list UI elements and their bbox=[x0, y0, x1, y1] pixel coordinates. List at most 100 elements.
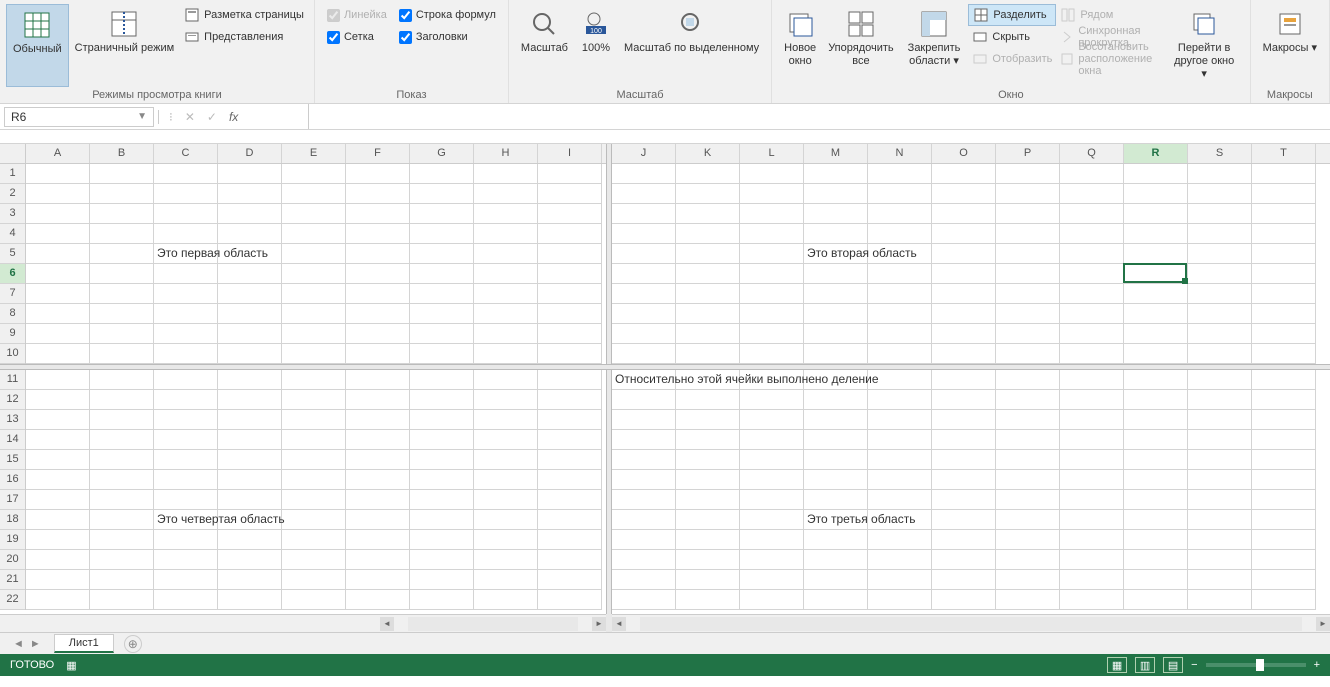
cell-Q21[interactable] bbox=[1060, 570, 1124, 590]
view-pagebreak-button[interactable]: Страничный режим bbox=[69, 4, 181, 87]
cell-C5[interactable]: Это первая область bbox=[154, 244, 218, 264]
cell-G14[interactable] bbox=[410, 430, 474, 450]
cell-B19[interactable] bbox=[90, 530, 154, 550]
cell-E2[interactable] bbox=[282, 184, 346, 204]
row-header-16[interactable]: 16 bbox=[0, 470, 25, 490]
cell-M13[interactable] bbox=[804, 410, 868, 430]
row-header-7[interactable]: 7 bbox=[0, 284, 25, 304]
cell-M17[interactable] bbox=[804, 490, 868, 510]
cell-E22[interactable] bbox=[282, 590, 346, 610]
view-layout-status[interactable]: ▥ bbox=[1135, 657, 1155, 673]
cell-M3[interactable] bbox=[804, 204, 868, 224]
cell-K19[interactable] bbox=[676, 530, 740, 550]
cell-P8[interactable] bbox=[996, 304, 1060, 324]
cell-N17[interactable] bbox=[868, 490, 932, 510]
cell-C21[interactable] bbox=[154, 570, 218, 590]
formula-bar-checkbox[interactable]: Строка формул bbox=[393, 4, 502, 26]
cell-S8[interactable] bbox=[1188, 304, 1252, 324]
gridlines-checkbox[interactable]: Сетка bbox=[321, 26, 393, 48]
cell-O14[interactable] bbox=[932, 430, 996, 450]
cell-F10[interactable] bbox=[346, 344, 410, 364]
cell-R6[interactable] bbox=[1124, 264, 1188, 284]
cell-R8[interactable] bbox=[1124, 304, 1188, 324]
cell-Q2[interactable] bbox=[1060, 184, 1124, 204]
cell-I18[interactable] bbox=[538, 510, 602, 530]
cell-J6[interactable] bbox=[612, 264, 676, 284]
cell-K7[interactable] bbox=[676, 284, 740, 304]
cell-S20[interactable] bbox=[1188, 550, 1252, 570]
cell-D6[interactable] bbox=[218, 264, 282, 284]
cell-F20[interactable] bbox=[346, 550, 410, 570]
cell-T15[interactable] bbox=[1252, 450, 1316, 470]
cell-J5[interactable] bbox=[612, 244, 676, 264]
cell-K6[interactable] bbox=[676, 264, 740, 284]
cell-S4[interactable] bbox=[1188, 224, 1252, 244]
cell-N19[interactable] bbox=[868, 530, 932, 550]
cell-G12[interactable] bbox=[410, 390, 474, 410]
cell-I7[interactable] bbox=[538, 284, 602, 304]
cell-M21[interactable] bbox=[804, 570, 868, 590]
cell-F18[interactable] bbox=[346, 510, 410, 530]
cell-A4[interactable] bbox=[26, 224, 90, 244]
cell-T8[interactable] bbox=[1252, 304, 1316, 324]
cell-G7[interactable] bbox=[410, 284, 474, 304]
freeze-panes-button[interactable]: Закрепить области ▾ bbox=[900, 4, 969, 87]
cell-I10[interactable] bbox=[538, 344, 602, 364]
row-header-6[interactable]: 6 bbox=[0, 264, 25, 284]
cell-T16[interactable] bbox=[1252, 470, 1316, 490]
zoom-out-button[interactable]: − bbox=[1191, 659, 1197, 671]
dropdown-icon[interactable]: ⁝ bbox=[169, 110, 173, 124]
cell-B13[interactable] bbox=[90, 410, 154, 430]
cell-F4[interactable] bbox=[346, 224, 410, 244]
cell-J4[interactable] bbox=[612, 224, 676, 244]
cell-E14[interactable] bbox=[282, 430, 346, 450]
cell-L21[interactable] bbox=[740, 570, 804, 590]
cell-C6[interactable] bbox=[154, 264, 218, 284]
fx-icon[interactable]: fx bbox=[229, 110, 238, 124]
cell-P4[interactable] bbox=[996, 224, 1060, 244]
cell-G16[interactable] bbox=[410, 470, 474, 490]
record-macro-icon[interactable]: ▦ bbox=[66, 659, 76, 672]
view-pagebreak-status[interactable]: ▤ bbox=[1163, 657, 1183, 673]
col-header-N[interactable]: N bbox=[868, 144, 932, 163]
cell-I6[interactable] bbox=[538, 264, 602, 284]
cell-B1[interactable] bbox=[90, 164, 154, 184]
cell-C10[interactable] bbox=[154, 344, 218, 364]
cell-E17[interactable] bbox=[282, 490, 346, 510]
cell-B15[interactable] bbox=[90, 450, 154, 470]
cell-H4[interactable] bbox=[474, 224, 538, 244]
cell-E20[interactable] bbox=[282, 550, 346, 570]
cell-T1[interactable] bbox=[1252, 164, 1316, 184]
cell-P10[interactable] bbox=[996, 344, 1060, 364]
cell-S13[interactable] bbox=[1188, 410, 1252, 430]
cell-T20[interactable] bbox=[1252, 550, 1316, 570]
cell-Q19[interactable] bbox=[1060, 530, 1124, 550]
cell-G3[interactable] bbox=[410, 204, 474, 224]
cell-A3[interactable] bbox=[26, 204, 90, 224]
cell-E5[interactable] bbox=[282, 244, 346, 264]
cell-T10[interactable] bbox=[1252, 344, 1316, 364]
cell-J15[interactable] bbox=[612, 450, 676, 470]
cell-M6[interactable] bbox=[804, 264, 868, 284]
cell-I9[interactable] bbox=[538, 324, 602, 344]
cell-E10[interactable] bbox=[282, 344, 346, 364]
row-header-5[interactable]: 5 bbox=[0, 244, 25, 264]
cell-H9[interactable] bbox=[474, 324, 538, 344]
cell-E9[interactable] bbox=[282, 324, 346, 344]
cell-F13[interactable] bbox=[346, 410, 410, 430]
cell-L8[interactable] bbox=[740, 304, 804, 324]
cell-I14[interactable] bbox=[538, 430, 602, 450]
cell-K3[interactable] bbox=[676, 204, 740, 224]
cell-J11[interactable]: Относительно этой ячейки выполнено делен… bbox=[612, 370, 676, 390]
cell-D19[interactable] bbox=[218, 530, 282, 550]
cell-M1[interactable] bbox=[804, 164, 868, 184]
cell-B10[interactable] bbox=[90, 344, 154, 364]
cell-Q5[interactable] bbox=[1060, 244, 1124, 264]
cell-G4[interactable] bbox=[410, 224, 474, 244]
cell-S9[interactable] bbox=[1188, 324, 1252, 344]
cell-N2[interactable] bbox=[868, 184, 932, 204]
cell-S15[interactable] bbox=[1188, 450, 1252, 470]
cell-B6[interactable] bbox=[90, 264, 154, 284]
cell-O9[interactable] bbox=[932, 324, 996, 344]
cell-P15[interactable] bbox=[996, 450, 1060, 470]
